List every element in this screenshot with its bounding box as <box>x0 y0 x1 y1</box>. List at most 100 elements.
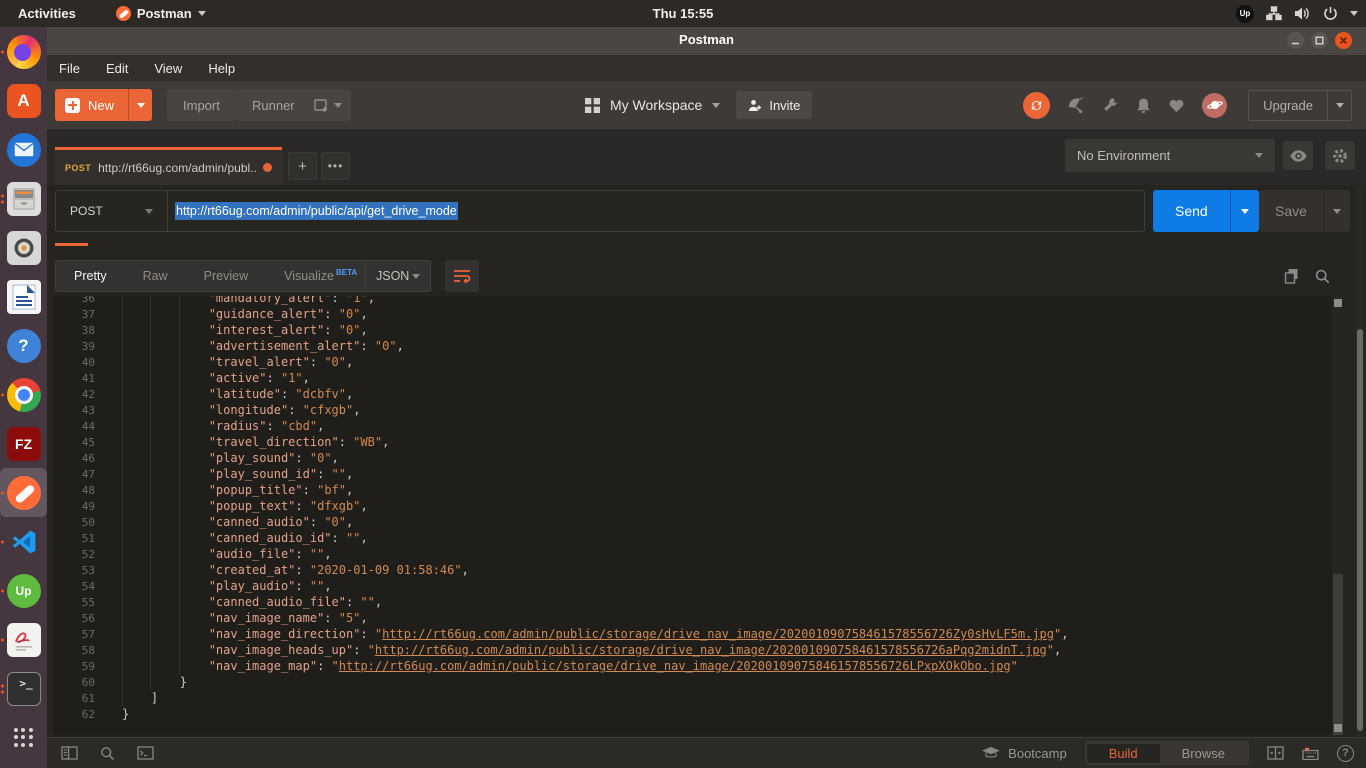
dock-icon-vscode[interactable] <box>0 517 47 566</box>
workspace-selector[interactable]: My Workspace <box>610 97 702 113</box>
new-window-button[interactable] <box>305 89 351 121</box>
sidebar-toggle-button[interactable] <box>61 746 78 760</box>
request-tabstrip: POST http://rt66ug.com/admin/publ... + •… <box>47 129 1366 185</box>
avatar[interactable] <box>1202 93 1227 118</box>
code-line: 38 "interest_alert": "0", <box>53 322 1330 338</box>
menu-view[interactable]: View <box>154 61 182 76</box>
dock-icon-chrome[interactable] <box>0 370 47 419</box>
code-line: 49 "popup_text": "dfxgb", <box>53 498 1330 514</box>
dock-icon-libreoffice-writer[interactable] <box>0 272 47 321</box>
send-dropdown[interactable] <box>1230 190 1259 232</box>
new-button[interactable]: New <box>55 89 152 121</box>
dock-icon-terminal[interactable]: >_ <box>0 664 47 713</box>
dock-icon-help[interactable]: ? <box>0 321 47 370</box>
code-line: 47 "play_sound_id": "", <box>53 466 1330 482</box>
json-link[interactable]: http://rt66ug.com/admin/public/storage/d… <box>375 643 1047 657</box>
two-pane-view-button[interactable] <box>1267 746 1284 760</box>
dock-icon-ubuntu-software[interactable]: A <box>0 76 47 125</box>
copy-response-button[interactable] <box>1284 268 1299 284</box>
sync-status-icon[interactable] <box>1023 92 1050 119</box>
find-button[interactable] <box>100 746 115 761</box>
window-scrollbar-thumb[interactable] <box>1357 329 1363 731</box>
minimize-button[interactable] <box>1287 32 1304 49</box>
chevron-down-icon[interactable] <box>712 103 720 108</box>
new-tab-button[interactable]: + <box>288 152 317 180</box>
system-top-bar: Activities Postman Thu 15:55 Up <box>0 0 1366 27</box>
import-button[interactable]: Import <box>167 89 236 121</box>
dock-icon-annotation-tool[interactable] <box>0 615 47 664</box>
environment-selector[interactable]: No Environment <box>1065 139 1275 172</box>
environment-settings-button[interactable] <box>1325 141 1355 170</box>
running-indicator <box>1 540 4 543</box>
window-titlebar[interactable]: Postman <box>47 27 1366 55</box>
save-button[interactable]: Save <box>1259 190 1350 232</box>
upwork-tray-icon[interactable]: Up <box>1236 5 1254 23</box>
dock-icon-postman[interactable] <box>0 468 47 517</box>
unsaved-changes-dot <box>263 163 272 172</box>
build-toggle[interactable]: Build <box>1087 744 1160 763</box>
tab-options-button[interactable]: ••• <box>321 152 350 180</box>
close-button[interactable] <box>1335 32 1352 49</box>
line-number: 56 <box>53 611 95 627</box>
method-select[interactable]: POST <box>56 191 168 231</box>
tab-pretty[interactable]: Pretty <box>56 269 125 283</box>
tab-raw[interactable]: Raw <box>125 269 186 283</box>
dock-icon-show-applications[interactable] <box>0 713 47 762</box>
wrench-icon[interactable] <box>1102 97 1119 114</box>
window-scrollbar[interactable] <box>1356 157 1364 737</box>
line-number: 61 <box>53 691 95 707</box>
dock-icon-files[interactable] <box>0 174 47 223</box>
json-link[interactable]: http://rt66ug.com/admin/public/storage/d… <box>382 627 1054 641</box>
runner-button[interactable]: Runner <box>236 89 311 121</box>
editor-scrollbar[interactable] <box>1332 296 1344 735</box>
system-menu-chevron-icon[interactable] <box>1350 11 1358 16</box>
upgrade-button[interactable]: Upgrade <box>1248 90 1352 121</box>
new-dropdown[interactable] <box>128 89 152 121</box>
send-button[interactable]: Send <box>1153 190 1259 232</box>
dock-icon-rhythmbox[interactable] <box>0 223 47 272</box>
heart-icon[interactable] <box>1168 98 1185 113</box>
code-line: 36 "mandatory_alert": "1", <box>53 296 1330 306</box>
power-icon[interactable] <box>1323 6 1338 21</box>
build-browse-toggle: Build Browse <box>1085 741 1249 765</box>
invite-button[interactable]: Invite <box>736 91 812 119</box>
volume-icon[interactable] <box>1294 6 1311 21</box>
response-format-select[interactable]: JSON <box>365 260 431 292</box>
line-number: 53 <box>53 563 95 579</box>
bell-icon[interactable] <box>1136 97 1151 114</box>
api-network-icon[interactable] <box>1067 97 1085 114</box>
menu-file[interactable]: File <box>59 61 80 76</box>
chevron-down-icon <box>334 103 342 108</box>
tab-preview[interactable]: Preview <box>186 269 266 283</box>
shortcuts-button[interactable] <box>1302 747 1319 760</box>
browse-toggle[interactable]: Browse <box>1160 744 1247 763</box>
scrollbar-thumb[interactable] <box>1333 574 1343 735</box>
response-body-editor[interactable]: 36 "mandatory_alert": "1",37 "guidance_a… <box>53 296 1344 735</box>
json-link[interactable]: http://rt66ug.com/admin/public/storage/d… <box>339 659 1011 673</box>
code-line: 46 "play_sound": "0", <box>53 450 1330 466</box>
maximize-button[interactable] <box>1311 32 1328 49</box>
url-input[interactable]: http://rt66ug.com/admin/public/api/get_d… <box>168 191 1144 231</box>
bootcamp-label: Bootcamp <box>1008 746 1067 761</box>
search-response-button[interactable] <box>1315 269 1330 284</box>
dock-icon-firefox[interactable] <box>0 27 47 76</box>
bootcamp-button[interactable]: Bootcamp <box>982 746 1067 761</box>
status-bar: Bootcamp Build Browse ? <box>47 737 1366 768</box>
help-button[interactable]: ? <box>1337 745 1354 762</box>
dock-icon-thunderbird[interactable] <box>0 125 47 174</box>
wrap-lines-button[interactable] <box>445 260 479 292</box>
upgrade-dropdown[interactable] <box>1327 90 1351 121</box>
response-view-tabs: Pretty Raw Preview VisualizeBETA <box>55 260 376 292</box>
tab-visualize[interactable]: VisualizeBETA <box>266 268 375 283</box>
request-tab[interactable]: POST http://rt66ug.com/admin/publ... <box>55 147 282 185</box>
console-button[interactable] <box>137 746 154 760</box>
code-line: 40 "travel_alert": "0", <box>53 354 1330 370</box>
menu-edit[interactable]: Edit <box>106 61 128 76</box>
clock[interactable]: Thu 15:55 <box>0 6 1366 21</box>
dock-icon-filezilla[interactable]: FZ <box>0 419 47 468</box>
dock-icon-upwork[interactable]: Up <box>0 566 47 615</box>
network-icon[interactable] <box>1266 6 1282 21</box>
environment-quick-look-button[interactable] <box>1283 141 1313 170</box>
menu-help[interactable]: Help <box>208 61 235 76</box>
save-dropdown[interactable] <box>1323 190 1350 232</box>
